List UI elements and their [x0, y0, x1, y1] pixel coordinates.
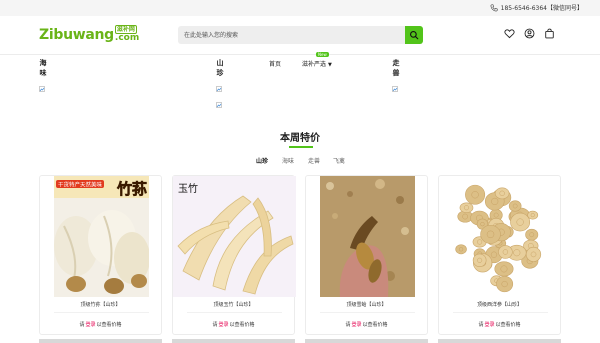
category-shanzhen[interactable]: 山珍: [216, 58, 224, 78]
card-divider: [320, 312, 415, 313]
price-hint-prefix: 请: [212, 322, 218, 328]
product-image-title-text: 玉竹: [178, 182, 198, 195]
category-haiwei[interactable]: 海味: [39, 58, 47, 78]
price-hint-prefix: 请: [79, 322, 85, 328]
header-divider: [0, 54, 600, 55]
price-hint-suffix: 以查看价格: [495, 322, 521, 328]
wishlist-button[interactable]: [504, 28, 515, 39]
broken-image-icon: [216, 102, 222, 108]
price-hint-prefix: 请: [345, 322, 351, 328]
price-hint-prefix: 请: [478, 322, 484, 328]
search-bar: [178, 26, 423, 44]
broken-image-icon: [216, 86, 222, 92]
product-image-title-text: 竹荪: [116, 180, 147, 198]
search-input[interactable]: [178, 26, 405, 44]
phone-number: 185-6546-6364【微信同号】: [500, 5, 583, 12]
price-hint-suffix: 以查看价格: [229, 322, 255, 328]
tab-feiqin[interactable]: 飞禽: [333, 156, 345, 165]
tab-zoushou[interactable]: 走兽: [308, 156, 320, 165]
chevron-down-icon: ▼: [328, 62, 332, 68]
section-title: 本周特价: [280, 133, 320, 144]
price-hint: 请登录以查看价格: [439, 321, 560, 328]
search-button[interactable]: [405, 26, 423, 44]
login-link[interactable]: 登录: [484, 322, 494, 328]
card-divider: [187, 312, 282, 313]
login-link[interactable]: 登录: [85, 322, 95, 328]
login-link[interactable]: 登录: [218, 322, 228, 328]
phone-icon: [490, 3, 498, 11]
product-image[interactable]: [320, 176, 415, 297]
tab-haiwei[interactable]: 海味: [282, 156, 294, 165]
product-card[interactable]: 顶级雪蛤【山珍】 请登录以查看价格: [305, 175, 428, 335]
category-zoushou[interactable]: 走兽: [392, 58, 400, 78]
product-card[interactable]: 玉竹 顶级玉竹【山珍】 请登录以查看价格: [172, 175, 296, 335]
top-bar: 185-6546-6364【微信同号】: [0, 0, 600, 16]
card-divider: [54, 312, 149, 313]
product-image[interactable]: [453, 176, 548, 297]
logo-wordmark: Zibuwang: [39, 27, 114, 43]
site-logo[interactable]: Zibuwang 滋补网 .com: [39, 25, 139, 43]
nav-featured-label: 滋补严选: [302, 61, 327, 68]
phone-contact[interactable]: 185-6546-6364【微信同号】: [490, 3, 583, 12]
product-card[interactable]: 干货特产天然美味 竹荪 顶级竹荪【山珍】 请登录以查看价格: [39, 175, 162, 335]
cart-button[interactable]: [544, 28, 555, 39]
price-hint: 请登录以查看价格: [306, 321, 427, 328]
card-divider: [453, 312, 548, 313]
product-name[interactable]: 顶级竹荪【山珍】: [40, 301, 161, 308]
product-image[interactable]: 干货特产天然美味 竹荪: [54, 176, 149, 297]
broken-image-icon: [392, 86, 398, 92]
new-badge: New: [316, 52, 329, 57]
price-hint: 请登录以查看价格: [173, 321, 294, 328]
product-name[interactable]: 顶级西洋参【山珍】: [439, 301, 560, 308]
price-hint-suffix: 以查看价格: [362, 322, 388, 328]
price-hint: 请登录以查看价格: [40, 321, 161, 328]
next-row-card: [305, 339, 428, 343]
product-image-banner-text: 干货特产天然美味: [58, 181, 103, 189]
title-underline: [289, 146, 313, 148]
tab-shanzhen[interactable]: 山珍: [256, 156, 268, 165]
shopping-bag-icon: [545, 28, 554, 39]
next-row-card: [438, 339, 561, 343]
next-row-card: [172, 339, 295, 343]
heart-icon: [504, 29, 515, 39]
nav-featured[interactable]: 滋补严选 ▼: [302, 59, 332, 68]
header: Zibuwang 滋补网 .com: [0, 16, 600, 54]
logo-domain: .com: [114, 33, 140, 43]
account-button[interactable]: [524, 28, 535, 39]
user-icon: [524, 28, 535, 39]
price-hint-suffix: 以查看价格: [96, 322, 122, 328]
broken-image-icon: [39, 86, 45, 92]
product-image[interactable]: 玉竹: [173, 176, 296, 297]
nav-home[interactable]: 首页: [269, 59, 281, 68]
login-link[interactable]: 登录: [351, 322, 361, 328]
product-card[interactable]: 顶级西洋参【山珍】 请登录以查看价格: [438, 175, 561, 335]
next-row-card: [39, 339, 162, 343]
product-name[interactable]: 顶级玉竹【山珍】: [173, 301, 294, 308]
product-name[interactable]: 顶级雪蛤【山珍】: [306, 301, 427, 308]
search-icon: [410, 31, 419, 40]
